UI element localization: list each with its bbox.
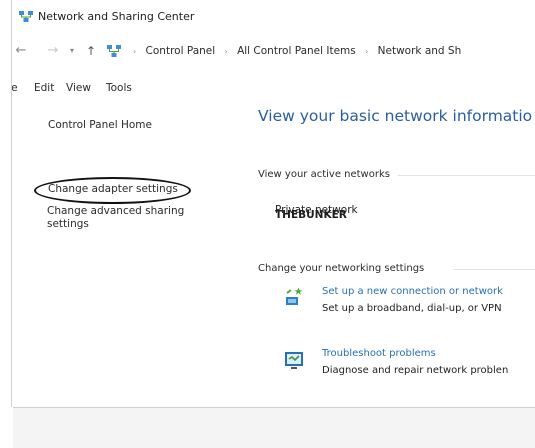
setting-new-connection: Set up a new connection or network Set u… (258, 285, 535, 325)
back-button[interactable]: ← (14, 40, 28, 62)
menu-tools[interactable]: Tools (106, 80, 132, 96)
up-button[interactable]: ↑ (85, 40, 97, 62)
breadcrumb-all-items[interactable]: All Control Panel Items (237, 45, 356, 57)
page-title: View your basic network informatio (258, 107, 533, 125)
active-networks-label: View your active networks (258, 169, 390, 180)
setup-connection-description: Set up a broadband, dial-up, or VPN (322, 303, 502, 314)
breadcrumb-network-sharing[interactable]: Network and Sh (378, 45, 462, 57)
breadcrumb-control-panel[interactable]: Control Panel (146, 45, 216, 57)
troubleshoot-link[interactable]: Troubleshoot problems (322, 347, 436, 360)
window-title: Network and Sharing Center (38, 10, 195, 23)
section-divider (453, 269, 535, 270)
section-divider (398, 175, 535, 176)
main-content: View your basic network informatio View … (258, 98, 535, 398)
menu-edit[interactable]: Edit (34, 80, 54, 96)
breadcrumb-separator: › (224, 47, 228, 56)
window-left-edge-bottom (0, 407, 13, 448)
breadcrumb-separator: › (365, 47, 369, 56)
troubleshoot-icon (285, 352, 303, 369)
window-left-edge (0, 0, 12, 407)
change-settings-label: Change your networking settings (258, 263, 425, 274)
network-center-icon (107, 45, 121, 57)
menu-view[interactable]: View (66, 80, 91, 96)
window-bottom-area (0, 407, 535, 448)
recent-locations-dropdown[interactable]: ▾ (67, 40, 77, 62)
new-connection-icon (286, 287, 303, 305)
setting-troubleshoot: Troubleshoot problems Diagnose and repai… (258, 347, 535, 387)
troubleshoot-description: Diagnose and repair network problen (322, 365, 509, 376)
breadcrumb-separator: › (133, 47, 137, 56)
forward-button[interactable]: → (46, 40, 60, 62)
network-center-icon (19, 11, 33, 22)
control-panel-home-link[interactable]: Control Panel Home (48, 119, 152, 132)
network-type-label: Private network (275, 204, 358, 216)
change-advanced-sharing-link[interactable]: Change advanced sharing settings (47, 205, 217, 231)
setup-connection-link[interactable]: Set up a new connection or network (322, 285, 503, 298)
title-bar: Network and Sharing Center (0, 0, 535, 34)
breadcrumb: › Control Panel › All Control Panel Item… (127, 43, 461, 59)
address-bar: ← → ▾ ↑ › Control Panel › All Control Pa… (0, 40, 535, 62)
change-adapter-settings-link[interactable]: Change adapter settings (48, 183, 178, 196)
task-pane: Control Panel Home Change adapter settin… (14, 100, 239, 400)
network-sharing-center-window: Network and Sharing Center ← → ▾ ↑ › Con… (0, 0, 535, 407)
